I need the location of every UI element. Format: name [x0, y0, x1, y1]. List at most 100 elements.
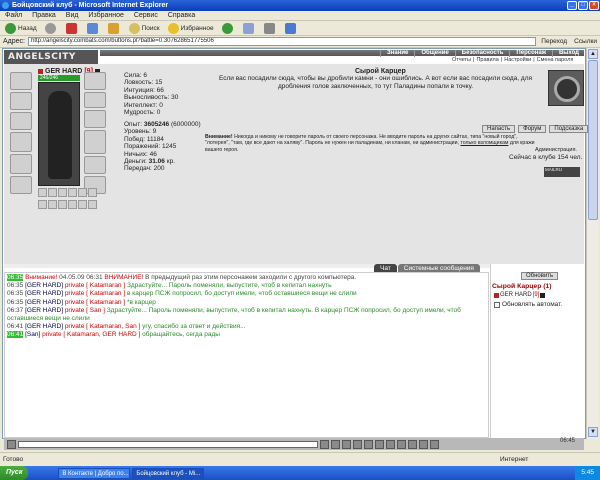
- chat-clear-icon[interactable]: [7, 439, 16, 449]
- links-button[interactable]: Ссылки: [574, 38, 600, 45]
- chat-recipients[interactable]: private [ Katamaran, San ]: [63, 323, 141, 330]
- mail-button[interactable]: [240, 22, 259, 35]
- scroll-up-arrow[interactable]: ▲: [588, 49, 598, 59]
- menu-help[interactable]: Справка: [168, 12, 195, 19]
- task-combats[interactable]: Бойцовский клуб - Mi...: [132, 467, 205, 479]
- edit-button[interactable]: [282, 22, 301, 35]
- go-button[interactable]: Переход: [538, 38, 570, 45]
- forum-button[interactable]: Форум: [518, 125, 547, 133]
- helmet-slot[interactable]: [10, 72, 32, 90]
- translit-icon[interactable]: [342, 439, 351, 449]
- scroll-thumb[interactable]: [588, 60, 598, 220]
- smiles-icon[interactable]: [331, 439, 340, 449]
- address-input[interactable]: http://angelscity.combats.com/buttons.pl…: [27, 37, 537, 46]
- maximize-button[interactable]: □: [578, 1, 588, 10]
- chat-recipients[interactable]: private [ Katamaran ]: [63, 282, 125, 289]
- small-slot[interactable]: [78, 199, 87, 209]
- close-button[interactable]: ×: [589, 1, 599, 10]
- weapon-slot[interactable]: [10, 112, 32, 130]
- member-name[interactable]: GER HARD: [500, 292, 532, 298]
- refresh-page-button[interactable]: [84, 22, 103, 35]
- nav-change-password[interactable]: Смена пароля: [535, 57, 576, 63]
- menu-file[interactable]: Файл: [5, 12, 22, 19]
- chat-recipients[interactable]: private [ Katamaran ]: [63, 290, 125, 297]
- chat-author[interactable]: [GER HARD]: [25, 282, 63, 289]
- nav-character[interactable]: Персонаж: [509, 50, 552, 57]
- menu-favorites[interactable]: Избранное: [88, 12, 123, 19]
- small-slot[interactable]: [38, 188, 47, 197]
- filter-icon[interactable]: [353, 439, 362, 449]
- menu-edit[interactable]: Правка: [32, 12, 56, 19]
- history-button[interactable]: [219, 22, 238, 35]
- chat-recipients[interactable]: private [ San ]: [63, 307, 105, 314]
- mailru-counter[interactable]: MAILRU: [544, 167, 580, 177]
- color-icon[interactable]: [375, 439, 384, 449]
- fight-icon[interactable]: [408, 439, 417, 449]
- map-compass[interactable]: [548, 70, 584, 106]
- ring-slots[interactable]: [84, 92, 106, 108]
- belt-slot[interactable]: [10, 154, 32, 174]
- small-slot[interactable]: [88, 199, 97, 209]
- chat-text: В предыдущий раз этим персонажем заходил…: [143, 274, 357, 281]
- menu-view[interactable]: Вид: [66, 12, 79, 19]
- chat-recipients[interactable]: private [ Katamaran ]: [63, 299, 125, 306]
- nav-security[interactable]: Безопасность: [454, 50, 510, 57]
- task-vkontakte[interactable]: В Контакте | Добро по...: [58, 467, 131, 479]
- home-button[interactable]: [105, 22, 124, 35]
- shield-slot[interactable]: [84, 130, 106, 154]
- stop-button[interactable]: [63, 22, 82, 35]
- inventory-icon[interactable]: [397, 439, 406, 449]
- users-icon[interactable]: [386, 439, 395, 449]
- armor-slot[interactable]: [10, 132, 32, 152]
- favorites-button[interactable]: Избранное: [165, 22, 217, 35]
- small-slot[interactable]: [68, 199, 77, 209]
- send-icon[interactable]: [320, 439, 329, 449]
- chat-author[interactable]: [GER HARD]: [25, 323, 63, 330]
- member-info-icon[interactable]: [540, 292, 546, 298]
- search-button[interactable]: Поиск: [126, 22, 163, 35]
- small-slot[interactable]: [48, 199, 57, 209]
- small-slot[interactable]: [38, 199, 47, 209]
- chat-message-input[interactable]: [18, 440, 318, 448]
- forward-button[interactable]: [42, 22, 61, 35]
- back-button[interactable]: Назад: [2, 22, 40, 35]
- minimize-button[interactable]: _: [567, 1, 577, 10]
- small-slot[interactable]: [68, 188, 77, 197]
- nav-settings[interactable]: Настройки: [502, 57, 533, 63]
- boots-slot[interactable]: [10, 176, 32, 194]
- small-slot[interactable]: [78, 188, 87, 197]
- attack-button[interactable]: Напасть: [482, 125, 516, 133]
- nav-rules[interactable]: Правила: [474, 57, 500, 63]
- hint-button[interactable]: Подсказка: [549, 125, 589, 133]
- small-slot[interactable]: [58, 199, 67, 209]
- gloves-slot[interactable]: [84, 110, 106, 128]
- nav-exit[interactable]: Выход: [551, 50, 585, 57]
- nav-reports[interactable]: Отчеты: [450, 57, 473, 63]
- chat-author[interactable]: [GER HARD]: [25, 290, 63, 297]
- nav-communication[interactable]: Общение: [414, 50, 454, 57]
- warning-link[interactable]: только взломщикам: [460, 140, 508, 146]
- small-slot[interactable]: [88, 188, 97, 197]
- small-slot[interactable]: [58, 188, 67, 197]
- auto-refresh-checkbox[interactable]: [494, 301, 500, 308]
- refresh-room-button[interactable]: Обновить: [521, 272, 559, 280]
- earrings-slot[interactable]: [84, 72, 106, 90]
- scroll-down-arrow[interactable]: ▼: [588, 427, 598, 437]
- necklace-slot[interactable]: [10, 92, 32, 110]
- menu-tools[interactable]: Сервис: [134, 12, 158, 19]
- room-member[interactable]: GER HARD [9]: [494, 292, 546, 298]
- start-button[interactable]: Пуск: [0, 466, 29, 480]
- chat-author[interactable]: [San]: [25, 331, 40, 338]
- map-icon[interactable]: [419, 439, 428, 449]
- clan-icon[interactable]: [430, 439, 439, 449]
- chat-author[interactable]: [GER HARD]: [25, 307, 63, 314]
- page-scrollbar[interactable]: ▲ ▼: [586, 48, 598, 439]
- leggings-slot[interactable]: [84, 156, 106, 174]
- sound-icon[interactable]: [364, 439, 373, 449]
- nav-knowledge[interactable]: Знание: [380, 50, 414, 57]
- print-button[interactable]: [261, 22, 280, 35]
- chat-author[interactable]: [GER HARD]: [25, 299, 63, 306]
- small-slot[interactable]: [48, 188, 57, 197]
- auto-refresh-option[interactable]: Обновлять автомат.: [494, 301, 562, 308]
- chat-recipients[interactable]: private [ Katamaran, GER HARD ]: [40, 331, 140, 338]
